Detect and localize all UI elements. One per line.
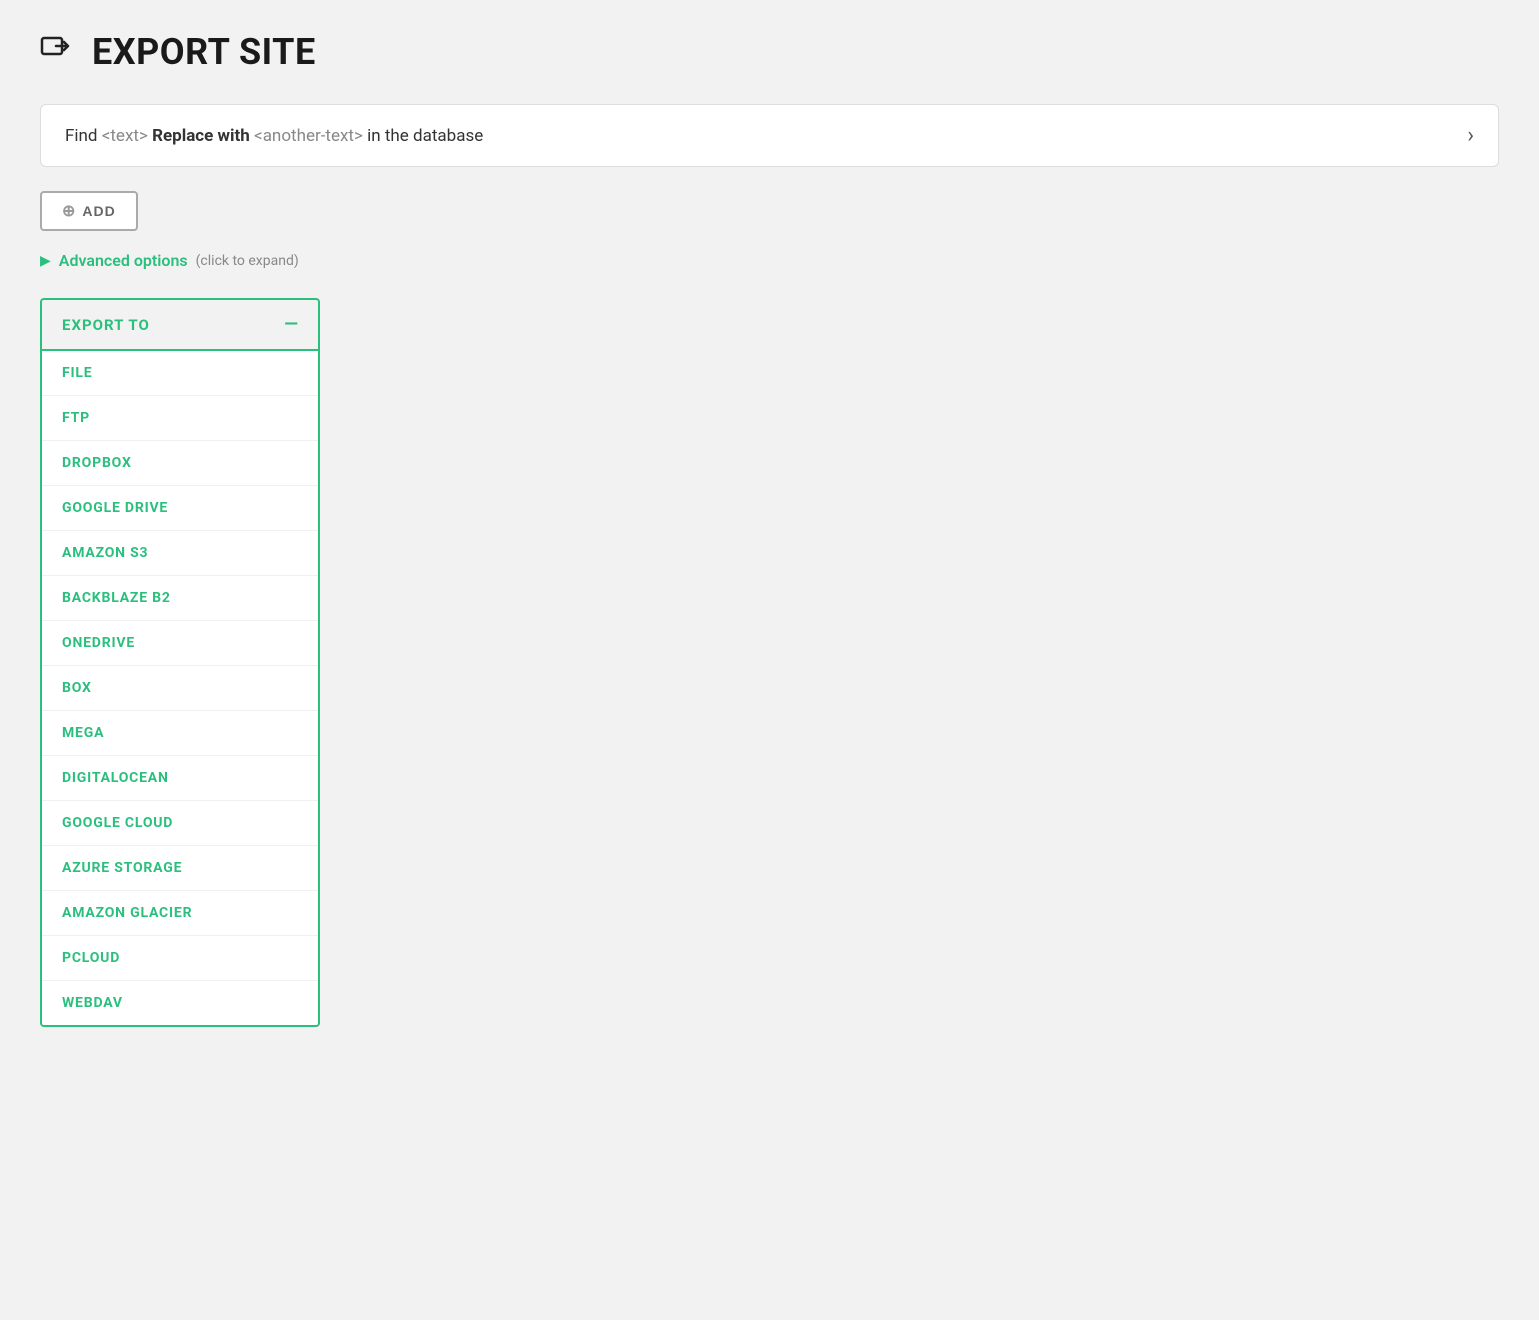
add-button[interactable]: ⊕ ADD (40, 191, 138, 231)
collapse-icon[interactable]: — (284, 314, 298, 335)
triangle-right-icon: ▶ (40, 253, 51, 269)
page-title: EXPORT SITE (92, 31, 316, 73)
chevron-right-icon: › (1467, 123, 1474, 148)
export-to-item[interactable]: DROPBOX (42, 441, 318, 486)
export-to-item[interactable]: DIGITALOCEAN (42, 756, 318, 801)
advanced-options-row[interactable]: ▶ Advanced options (click to expand) (40, 251, 1499, 270)
replace-with-label: Replace with (152, 126, 254, 146)
plus-icon: ⊕ (62, 201, 76, 221)
advanced-options-hint: (click to expand) (196, 253, 299, 269)
export-to-item[interactable]: AMAZON S3 (42, 531, 318, 576)
find-replace-text: Find <text> Replace with <another-text> … (65, 126, 483, 146)
export-to-item[interactable]: WEBDAV (42, 981, 318, 1025)
export-site-icon (40, 30, 76, 74)
export-to-list: FILEFTPDROPBOXGOOGLE DRIVEAMAZON S3BACKB… (42, 351, 318, 1025)
find-tag: <text> (102, 126, 148, 146)
export-to-item[interactable]: PCLOUD (42, 936, 318, 981)
export-to-title: EXPORT TO (62, 316, 150, 334)
find-replace-bar[interactable]: Find <text> Replace with <another-text> … (40, 104, 1499, 167)
export-to-item[interactable]: MEGA (42, 711, 318, 756)
add-button-label: ADD (82, 203, 115, 219)
page-header: EXPORT SITE (40, 30, 1499, 74)
export-to-item[interactable]: FTP (42, 396, 318, 441)
export-to-item[interactable]: AMAZON GLACIER (42, 891, 318, 936)
replace-tag: <another-text> (254, 126, 363, 146)
export-to-item[interactable]: ONEDRIVE (42, 621, 318, 666)
export-to-panel: EXPORT TO — FILEFTPDROPBOXGOOGLE DRIVEAM… (40, 298, 320, 1027)
export-to-item[interactable]: GOOGLE CLOUD (42, 801, 318, 846)
export-to-item[interactable]: FILE (42, 351, 318, 396)
export-to-item[interactable]: BOX (42, 666, 318, 711)
export-to-item[interactable]: AZURE STORAGE (42, 846, 318, 891)
export-to-item[interactable]: GOOGLE DRIVE (42, 486, 318, 531)
in-database-text: in the database (367, 126, 483, 146)
export-to-header: EXPORT TO — (42, 300, 318, 351)
advanced-options-label: Advanced options (59, 251, 188, 270)
export-to-item[interactable]: BACKBLAZE B2 (42, 576, 318, 621)
